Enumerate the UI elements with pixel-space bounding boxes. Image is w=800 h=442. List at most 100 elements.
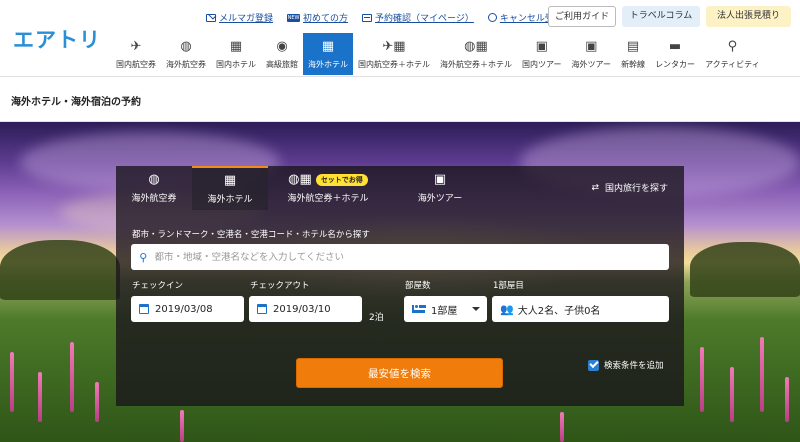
swap-arrows-icon: ⇄ (591, 182, 599, 193)
new-badge-icon: NEW (287, 13, 301, 22)
nav-domestic-air-hotel[interactable]: ✈▦ 国内航空券＋ホテル (353, 33, 435, 75)
building-icon: ▦ (223, 173, 237, 188)
destination-field[interactable]: ⚲ (131, 244, 669, 270)
nav-domestic-hotel[interactable]: ▦ 国内ホテル (211, 33, 261, 75)
nav-intl-tour[interactable]: ▣ 海外ツアー (567, 33, 617, 75)
page-title: 海外ホテル・海外宿泊の予約 (11, 97, 141, 108)
domestic-travel-link[interactable]: ⇄ 国内旅行を探す (591, 181, 668, 195)
bed-icon (412, 305, 426, 313)
calendar-icon (139, 304, 149, 314)
nav-label: 国内航空券＋ホテル (358, 60, 430, 69)
advanced-options-toggle[interactable]: 検索条件を追加 (588, 359, 664, 371)
tree-line (690, 242, 800, 297)
flower (760, 337, 764, 412)
newsletter-link[interactable]: メルマガ登録 (206, 11, 273, 24)
title-bar: 海外ホテル・海外宿泊の予約 (0, 76, 800, 122)
cancel-icon (487, 13, 497, 22)
building-icon: ▦ (321, 39, 335, 54)
tab-intl-air-hotel[interactable]: ◍▦ セットでお得 海外航空券＋ホテル (268, 166, 388, 210)
globe-building-icon: ◍▦ (464, 39, 488, 54)
ryokan-icon: ◉ (276, 39, 288, 54)
globe-plane-icon: ◍ (180, 39, 192, 54)
train-icon: ▤ (626, 39, 640, 54)
globe-building-icon: ◍▦ (288, 172, 312, 187)
guests-field[interactable]: 👥 大人2名、子供0名 (492, 296, 669, 322)
nav-label: レンタカー (655, 60, 696, 69)
destination-input[interactable] (154, 251, 669, 263)
set-deal-badge: セットでお得 (315, 174, 368, 186)
nav-label: 海外ホテル (308, 60, 348, 69)
tab-intl-tour[interactable]: ▣ 海外ツアー (388, 166, 492, 210)
nav-label: 海外航空券＋ホテル (440, 60, 512, 69)
destination-label: 都市・ランドマーク・空港名・空港コード・ホテル名から探す (132, 230, 370, 240)
car-icon: ▬ (668, 39, 682, 54)
guests-value: 大人2名、子供0名 (517, 305, 601, 317)
checkout-label: チェックアウト (250, 281, 310, 291)
checkin-label: チェックイン (132, 281, 184, 291)
reservation-check-link[interactable]: 予約確認（マイページ） (362, 11, 474, 24)
nav-domestic-air[interactable]: ✈ 国内航空券 (111, 33, 161, 75)
checkout-value: 2019/03/10 (273, 303, 331, 315)
checkout-field[interactable]: 2019/03/10 (249, 296, 362, 322)
nav-ryokan[interactable]: ◉ 高級旅館 (261, 33, 303, 75)
tab-intl-air[interactable]: ◍ 海外航空券 (116, 166, 192, 210)
building-icon: ▦ (229, 39, 243, 54)
first-time-link[interactable]: NEW 初めての方 (287, 11, 348, 24)
flower (10, 352, 14, 412)
site-logo[interactable]: エアトリ (13, 24, 101, 54)
nav-intl-air[interactable]: ◍ 海外航空券 (161, 33, 211, 75)
nav-label: 国内航空券 (116, 60, 156, 69)
nav-label: 海外航空券 (166, 60, 206, 69)
nav-label: 高級旅館 (266, 60, 298, 69)
tab-label: 海外ツアー (417, 194, 463, 204)
tab-label: 海外ホテル (207, 195, 253, 205)
nav-rental-car[interactable]: ▬ レンタカー (650, 33, 700, 75)
nav-label: 新幹線 (621, 60, 646, 69)
nav-label: 海外ツアー (571, 60, 612, 69)
suitcase-icon: ▣ (585, 39, 598, 54)
flower (730, 367, 734, 422)
airplane-icon: ✈ (130, 39, 142, 54)
checkin-value: 2019/03/08 (155, 303, 213, 315)
plane-building-icon: ✈▦ (382, 39, 406, 54)
room1-label: 1部屋目 (493, 281, 524, 291)
corporate-quote-button[interactable]: 法人出張見積り (706, 6, 791, 27)
tree-line (0, 240, 120, 300)
nav-domestic-tour[interactable]: ▣ 国内ツアー (517, 33, 567, 75)
calendar-icon (257, 304, 267, 314)
rooms-select[interactable]: 1部屋 (404, 296, 487, 322)
flower (785, 377, 789, 422)
suitcase-icon: ▣ (535, 39, 548, 54)
travel-column-button[interactable]: トラベルコラム (622, 6, 700, 27)
guide-button[interactable]: ご利用ガイド (548, 6, 616, 27)
search-icon: ⚲ (139, 250, 148, 264)
calendar-icon (362, 13, 373, 22)
nav-label: 国内ツアー (522, 60, 562, 69)
top-links: メルマガ登録 NEW 初めての方 予約確認（マイページ） キャンセル受付 (206, 11, 563, 24)
nav-intl-hotel[interactable]: ▦ 海外ホテル (303, 33, 353, 75)
flower (560, 412, 564, 442)
nav-shinkansen[interactable]: ▤ 新幹線 (616, 33, 650, 75)
site-header: エアトリ メルマガ登録 NEW 初めての方 予約確認（マイページ） キャンセル受付… (0, 0, 800, 76)
suitcase-icon: ▣ (433, 172, 447, 187)
tab-intl-hotel[interactable]: ▦ 海外ホテル (192, 166, 268, 210)
rooms-value: 1部屋 (431, 305, 458, 317)
hero-background: ◍ 海外航空券 ▦ 海外ホテル ◍▦ セットでお得 海外航空券＋ホテル ▣ 海外ツ… (0, 122, 800, 442)
checkin-field[interactable]: 2019/03/08 (131, 296, 244, 322)
nav-activity[interactable]: ⚲ アクティビティ (700, 33, 765, 75)
flower (70, 342, 74, 412)
main-nav: ✈ 国内航空券 ◍ 海外航空券 ▦ 国内ホテル ◉ 高級旅館 ▦ 海外ホテル ✈▦ 国内航空… (111, 33, 765, 75)
newsletter-link-label: メルマガ登録 (219, 14, 274, 24)
advanced-options-label: 検索条件を追加 (604, 361, 664, 371)
nav-label: 国内ホテル (216, 60, 256, 69)
globe-plane-icon: ◍ (148, 172, 160, 187)
flower (95, 382, 99, 422)
rooms-label: 部屋数 (405, 281, 431, 291)
nav-intl-air-hotel[interactable]: ◍▦ 海外航空券＋ホテル (435, 33, 517, 75)
flower (38, 372, 42, 422)
first-time-link-label: 初めての方 (303, 14, 349, 24)
flower (700, 347, 704, 412)
runner-icon: ⚲ (727, 39, 738, 54)
checkbox[interactable] (588, 359, 599, 371)
search-button[interactable]: 最安値を検索 (296, 358, 503, 388)
